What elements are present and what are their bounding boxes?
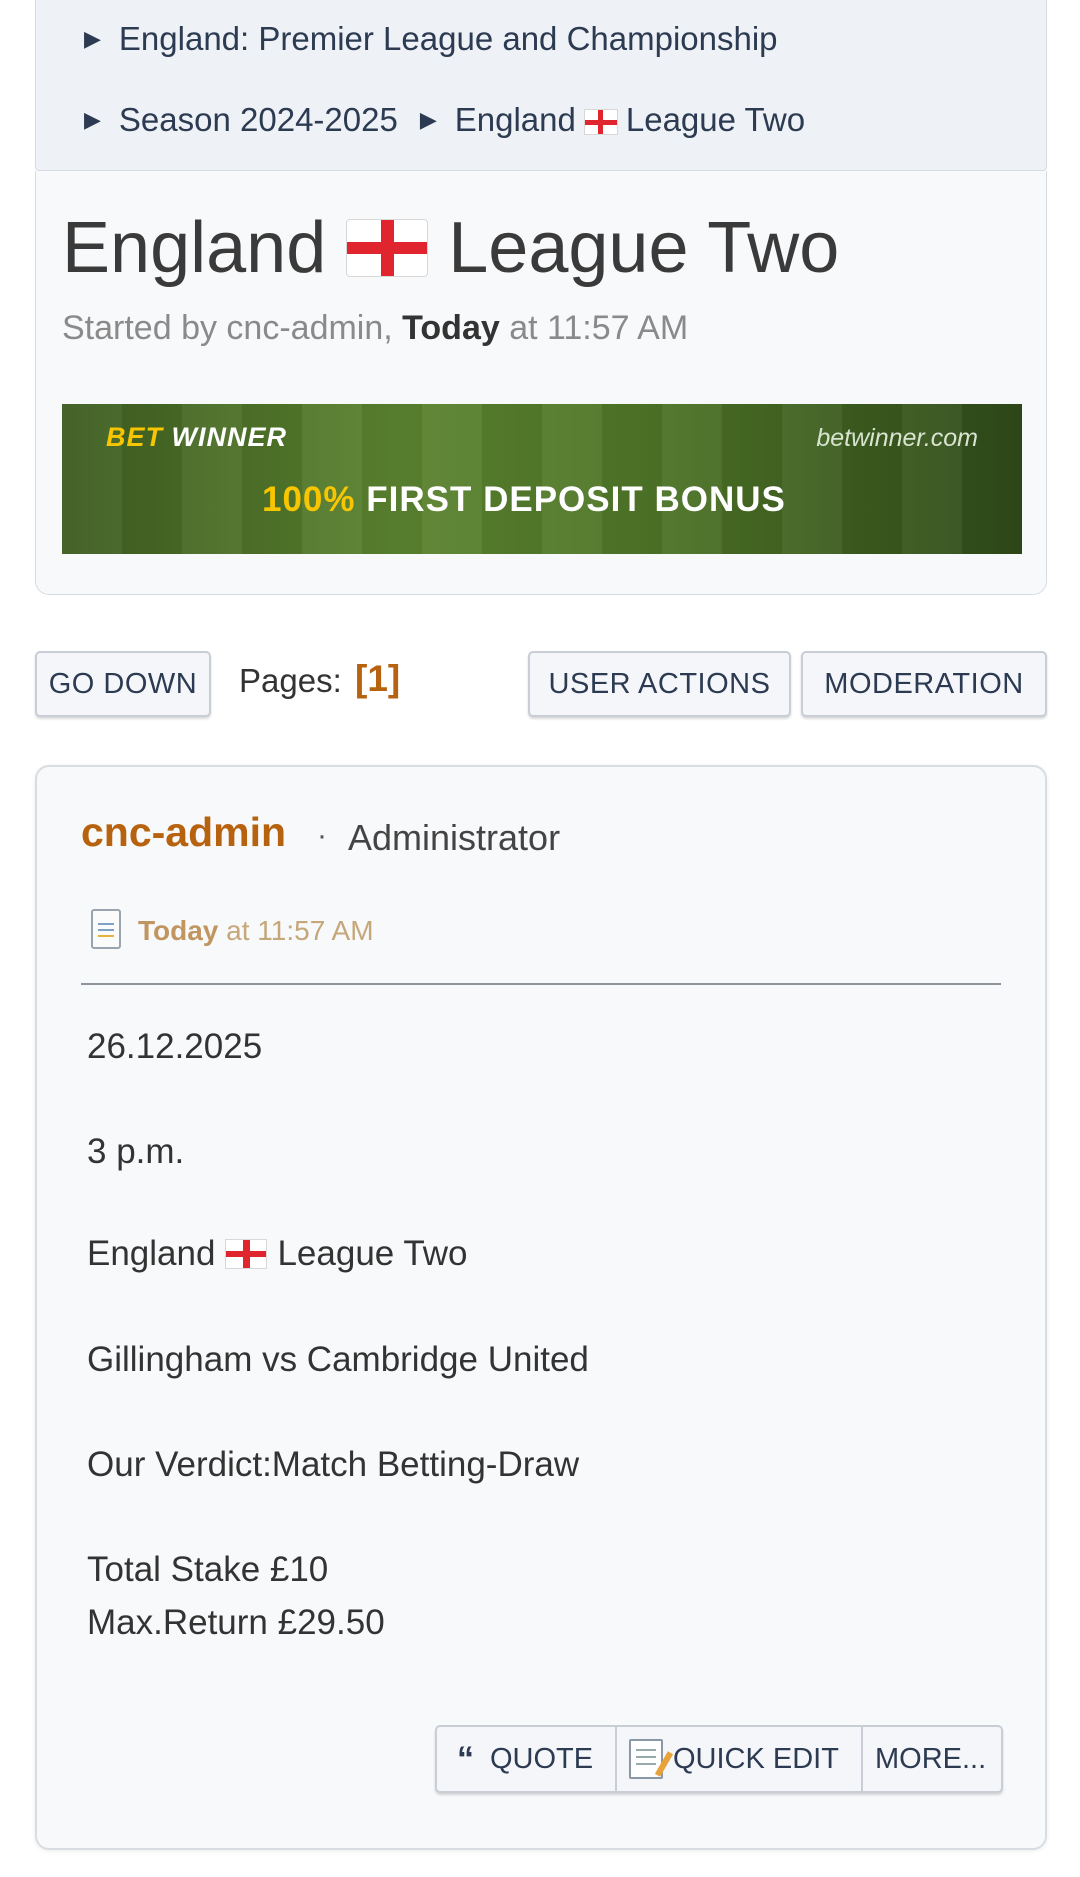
moderation-button[interactable]: MODERATION	[801, 651, 1047, 717]
page-title: England League Two	[62, 208, 840, 288]
breadcrumb-link-topic[interactable]: England League Two	[455, 101, 805, 139]
breadcrumb-link-season[interactable]: Season 2024-2025	[119, 101, 398, 139]
banner-brand-logo: BET WINNER	[106, 422, 288, 452]
user-actions-button[interactable]: USER ACTIONS	[528, 651, 791, 717]
author-role: Administrator	[348, 817, 561, 858]
banner-offer: 100% FIRST DEPOSIT BONUS	[262, 480, 786, 519]
pages-label: Pages:	[239, 662, 342, 699]
go-down-button[interactable]: GO DOWN	[35, 651, 211, 717]
breadcrumb-link-league[interactable]: England: Premier League and Championship	[119, 20, 778, 58]
post-date: 26.12.2025	[87, 1027, 263, 1066]
author-separator: ·	[317, 819, 327, 852]
post-author[interactable]: cnc-admin	[81, 809, 286, 856]
banner-url: betwinner.com	[816, 424, 978, 452]
topic-started-by: Started by cnc-admin, Today at 11:57 AM	[62, 309, 689, 347]
breadcrumb-line-2: ▶ Season 2024-2025 ▶ England League Two	[84, 101, 805, 139]
post-verdict: Our Verdict:Match Betting-Draw	[87, 1445, 580, 1484]
triangle-right-icon: ▶	[84, 26, 101, 51]
more-button[interactable]: MORE...	[863, 1727, 1001, 1791]
post-stake: Total Stake £10	[87, 1550, 329, 1589]
breadcrumb-line-1: ▶ England: Premier League and Championsh…	[84, 20, 778, 58]
post-actions: “ QUOTE QUICK EDIT MORE...	[435, 1725, 1003, 1793]
quick-edit-button[interactable]: QUICK EDIT	[617, 1727, 863, 1791]
quote-icon: “	[457, 1739, 474, 1778]
ad-banner[interactable]: BET WINNER betwinner.com 100% FIRST DEPO…	[62, 404, 1022, 554]
document-icon	[91, 909, 121, 949]
topic-header: England League Two Started by cnc-admin, …	[35, 171, 1047, 595]
post-card: cnc-admin · Administrator Today at 11:57…	[35, 765, 1047, 1850]
breadcrumb: ▶ England: Premier League and Championsh…	[35, 0, 1047, 171]
post-max-return: Max.Return £29.50	[87, 1603, 385, 1642]
england-flag-icon	[583, 109, 618, 136]
quote-button[interactable]: “ QUOTE	[437, 1727, 617, 1791]
post-league: England League Two	[87, 1234, 468, 1273]
edit-icon	[629, 1739, 663, 1779]
england-flag-icon	[346, 219, 429, 277]
post-time: 3 p.m.	[87, 1132, 185, 1171]
triangle-right-icon: ▶	[419, 107, 437, 132]
england-flag-icon	[225, 1239, 268, 1269]
triangle-right-icon: ▶	[84, 107, 101, 132]
post-match: Gillingham vs Cambridge United	[87, 1340, 589, 1379]
divider	[81, 983, 1001, 985]
current-page[interactable]: [1]	[355, 658, 400, 700]
post-timestamp[interactable]: Today at 11:57 AM	[138, 915, 374, 947]
